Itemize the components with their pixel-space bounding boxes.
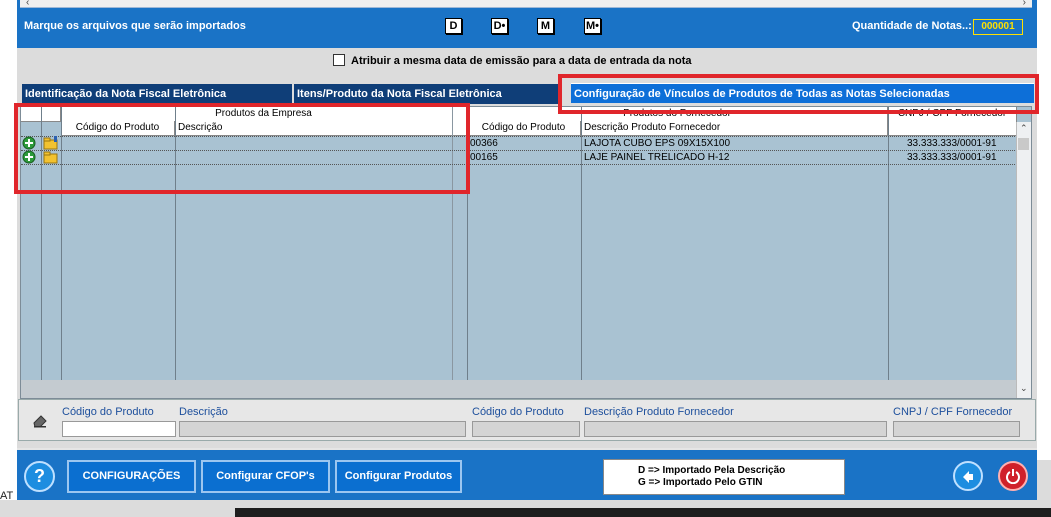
- legend-d: D => Importado Pela Descrição: [638, 465, 786, 476]
- row-descricao-fornecedor: LAJOTA CUBO EPS 09X15X100: [584, 138, 731, 149]
- grid-header-descricao-fornecedor[interactable]: Descrição Produto Fornecedor: [581, 121, 888, 136]
- row-codigo-fornecedor: 00366: [470, 138, 498, 149]
- window-left-edge: [0, 0, 17, 500]
- key-button-d[interactable]: D: [445, 18, 462, 34]
- legend-g: G => Importado Pelo GTIN: [638, 477, 763, 488]
- grid-vertical-scrollbar[interactable]: [1016, 122, 1031, 398]
- qty-notes-label: Quantidade de Notas..:: [852, 20, 972, 32]
- status-text: AT: [0, 490, 14, 502]
- scroll-left-icon[interactable]: ‹: [26, 0, 29, 8]
- scroll-down-icon[interactable]: ⌄: [1020, 383, 1028, 394]
- edit-label-descricao: Descrição: [179, 406, 228, 418]
- key-button-m[interactable]: M: [537, 18, 554, 34]
- cnpj-input: [893, 421, 1020, 437]
- mark-files-label: Marque os arquivos que serão importados: [24, 20, 246, 32]
- qty-notes-value: 000001: [973, 19, 1023, 35]
- edit-label-cnpj: CNPJ / CPF Fornecedor: [893, 406, 1013, 418]
- tab-identificacao[interactable]: Identificação da Nota Fiscal Eletrônica: [22, 84, 292, 104]
- grid-scroll-thumb[interactable]: [1018, 138, 1029, 150]
- same-date-option[interactable]: Atribuir a mesma data de emissão para a …: [333, 54, 692, 67]
- scroll-right-icon[interactable]: ›: [1023, 0, 1026, 8]
- edit-label-codigo-fornecedor: Código do Produto: [472, 406, 564, 418]
- grid-empty-footer: [21, 380, 1016, 398]
- scroll-up-icon[interactable]: ⌃: [1020, 123, 1028, 134]
- window-right-edge: [1037, 0, 1051, 460]
- grid-header-codigo-fornecedor[interactable]: Código do Produto: [467, 121, 581, 136]
- os-taskbar: [235, 508, 1051, 517]
- power-exit-icon[interactable]: [998, 461, 1028, 491]
- eraser-icon[interactable]: [32, 413, 48, 432]
- grid-col-line: [888, 107, 889, 381]
- key-button-m-plus[interactable]: M•: [584, 18, 601, 34]
- horizontal-scrollbar[interactable]: ‹ ›: [20, 0, 1032, 8]
- configuracoes-button[interactable]: CONFIGURAÇÕES: [67, 460, 196, 493]
- edit-label-codigo: Código do Produto: [62, 406, 154, 418]
- highlight-produtos-empresa: [14, 103, 470, 194]
- grid-header-cnpj-cont: [888, 121, 1017, 136]
- row-cnpj: 33.333.333/0001-91: [907, 152, 997, 163]
- descricao-fornecedor-input: [584, 421, 887, 437]
- grid-col-line: [581, 107, 582, 381]
- configurar-produtos-button[interactable]: Configurar Produtos: [335, 460, 462, 493]
- help-icon[interactable]: ?: [24, 461, 55, 492]
- row-codigo-fornecedor: 00165: [470, 152, 498, 163]
- codigo-fornecedor-input: [472, 421, 580, 437]
- import-legend: D => Importado Pela Descrição G => Impor…: [603, 459, 845, 495]
- same-date-checkbox[interactable]: [333, 54, 345, 66]
- same-date-label: Atribuir a mesma data de emissão para a …: [351, 55, 692, 67]
- codigo-produto-input[interactable]: [62, 421, 176, 437]
- edit-label-descricao-fornecedor: Descrição Produto Fornecedor: [584, 406, 734, 418]
- key-button-d-plus[interactable]: D•: [491, 18, 508, 34]
- tab-itens-produto[interactable]: Itens/Produto da Nota Fiscal Eletrônica: [294, 84, 560, 104]
- highlight-config-tab: [558, 74, 1039, 114]
- row-cnpj: 33.333.333/0001-91: [907, 138, 997, 149]
- descricao-input[interactable]: [179, 421, 466, 437]
- configurar-cfop-button[interactable]: Configurar CFOP's: [201, 460, 330, 493]
- return-icon[interactable]: [953, 461, 983, 491]
- row-descricao-fornecedor: LAJE PAINEL TRELICADO H-12: [584, 152, 730, 163]
